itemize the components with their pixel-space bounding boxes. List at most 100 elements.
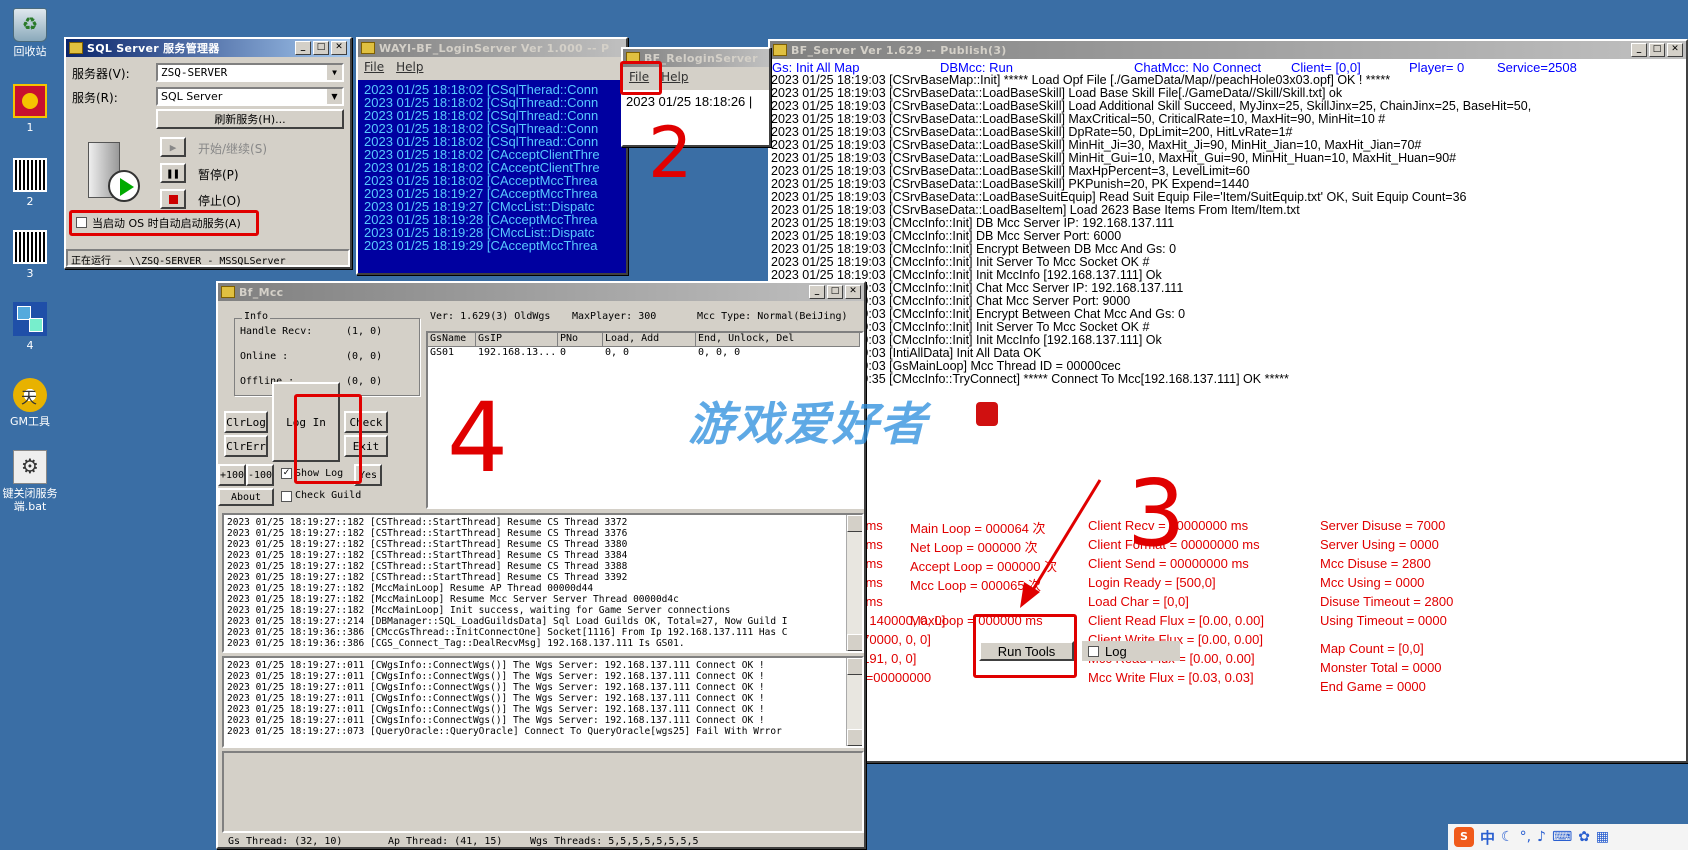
- maximize-button[interactable]: □: [827, 285, 843, 299]
- log-line: 2023 01/25 18:19:27::073 [QueryOracle::Q…: [227, 726, 782, 737]
- gm-tool-icon: [13, 378, 47, 412]
- annotation-arrow: [1020, 479, 1102, 608]
- toolbox-icon[interactable]: ▦: [1596, 829, 1609, 845]
- login-server-window: WAYI-BF_LoginServer Ver 1.000 -- P File H…: [356, 37, 628, 275]
- desktop-icon-gm-tool[interactable]: GM工具: [0, 378, 60, 428]
- yes-button[interactable]: Yes: [354, 464, 382, 486]
- title-bar[interactable]: WAYI-BF_LoginServer Ver 1.000 -- P: [358, 39, 626, 57]
- stop-label: 停止(O): [198, 194, 241, 208]
- chinese-mode-label[interactable]: 中: [1480, 827, 1495, 848]
- desktop-icon-4[interactable]: 4: [0, 302, 60, 352]
- close-button[interactable]: ✕: [1667, 43, 1683, 57]
- title-bar[interactable]: Bf_Mcc _ □ ✕: [218, 283, 864, 301]
- scrollbar[interactable]: [846, 515, 862, 651]
- clrerr-button[interactable]: ClrErr: [224, 435, 268, 457]
- chevron-down-icon[interactable]: ▼: [327, 89, 342, 104]
- start-continue-button[interactable]: ▶: [160, 137, 186, 157]
- login-button[interactable]: Log In: [272, 382, 340, 462]
- stop-button[interactable]: [160, 189, 186, 209]
- moon-icon[interactable]: ☾: [1501, 829, 1514, 845]
- table-header-cell[interactable]: Load, Add: [603, 333, 696, 347]
- log-line: 2023 01/25 18:19:27::182 [CSThread::Star…: [227, 550, 628, 561]
- table-cell: 192.168.13...: [478, 347, 557, 358]
- service-dropdown[interactable]: SQL Server ▼: [156, 87, 344, 106]
- scrollbar[interactable]: [846, 658, 862, 746]
- menu-bar: File Help: [358, 57, 626, 76]
- relogin-server-window: BF_ReloginServer File Help 2023 01/25 18:…: [621, 47, 771, 147]
- stat-server: Disuse Timeout = 2800: [1320, 594, 1454, 609]
- app-icon: [773, 44, 787, 56]
- server-header-field: Gs: Init All Map: [772, 60, 860, 75]
- recycle-bin-icon: [13, 8, 47, 42]
- chevron-down-icon[interactable]: ▼: [327, 65, 342, 80]
- close-button[interactable]: ✕: [331, 41, 347, 55]
- stat-server: Mcc Disuse = 2800: [1320, 556, 1431, 571]
- desktop-icon-1[interactable]: 1: [0, 84, 60, 134]
- exit-button[interactable]: Exit: [344, 435, 388, 457]
- show-log-checkbox[interactable]: ✓: [281, 468, 292, 479]
- desktop-icon-3[interactable]: 3: [0, 230, 60, 280]
- stat-server: Server Disuse = 7000: [1320, 518, 1446, 533]
- minimize-button[interactable]: _: [1631, 43, 1647, 57]
- table-header-cell[interactable]: GsIP: [476, 333, 558, 347]
- table-cell: 0: [560, 347, 567, 358]
- maxplayer-label: MaxPlayer: 300: [572, 311, 657, 322]
- check-guild-checkbox[interactable]: [281, 491, 292, 502]
- microphone-icon[interactable]: ♪: [1537, 829, 1546, 845]
- minus-100-button[interactable]: -100: [246, 464, 274, 486]
- maximize-button[interactable]: □: [313, 41, 329, 55]
- about-button[interactable]: About: [218, 488, 274, 506]
- stat-server: Monster Total = 0000: [1320, 660, 1442, 675]
- menu-file[interactable]: File: [358, 60, 390, 74]
- keyboard-icon[interactable]: ⌨: [1552, 829, 1572, 845]
- server-dropdown[interactable]: ZSQ-SERVER ▼: [156, 63, 344, 82]
- log-toggle[interactable]: Log: [1082, 641, 1180, 661]
- title-bar[interactable]: BF_ReloginServer: [623, 49, 769, 67]
- mcc-main-log[interactable]: 2023 01/25 18:19:27::182 [CSThread::Star…: [222, 513, 864, 653]
- table-header-cell[interactable]: End, Unlock, Del: [696, 333, 860, 347]
- plus-100-button[interactable]: +100: [218, 464, 246, 486]
- close-button[interactable]: ✕: [845, 285, 861, 299]
- input-method-tray[interactable]: S 中 ☾ °, ♪ ⌨ ✿ ▦: [1448, 824, 1688, 850]
- maximize-button[interactable]: □: [1649, 43, 1665, 57]
- log-checkbox[interactable]: [1088, 645, 1099, 657]
- server-header-field: ChatMcc: No Connect: [1134, 60, 1262, 75]
- minimize-button[interactable]: _: [809, 285, 825, 299]
- mcc-error-log[interactable]: [222, 751, 864, 833]
- desktop-icon-2[interactable]: 2: [0, 158, 60, 208]
- desktop-icon-shutdown-bat[interactable]: 键关闭服务端.bat: [0, 450, 62, 513]
- table-row[interactable]: GS01 192.168.13... 0 0, 0 0, 0, 0: [428, 347, 862, 360]
- menu-help[interactable]: Help: [655, 70, 694, 84]
- title-bar[interactable]: SQL Server 服务管理器 _ □ ✕: [66, 39, 350, 57]
- refresh-service-button[interactable]: 刷新服务(H)...: [156, 109, 344, 129]
- bf-mcc-window: Bf_Mcc _ □ ✕ Info Handle Recv: (1, 0) Online …: [216, 281, 866, 849]
- table-header-cell[interactable]: PNo: [558, 333, 603, 347]
- minimize-button[interactable]: _: [295, 41, 311, 55]
- start-label: 开始/继续(S): [198, 142, 268, 156]
- sql-server-icon: [69, 42, 83, 54]
- clrlog-button[interactable]: ClrLog: [224, 411, 268, 433]
- log-line: 2023 01/25 18:19:27::182 [CSThread::Star…: [227, 517, 628, 528]
- running-play-icon: [108, 170, 140, 202]
- status-bar: 正在运行 - \\ZSQ-SERVER - MSSQLServer: [66, 249, 350, 267]
- table-header-cell[interactable]: GsName: [428, 333, 476, 347]
- log-line: 2023 01/25 18:19:29 [CAcceptMccThrea: [364, 238, 598, 253]
- menu-help[interactable]: Help: [390, 60, 429, 74]
- log-line: 2023 01/25 18:19:27::182 [CSThread::Star…: [227, 528, 628, 539]
- desktop-icon-recycle-bin[interactable]: 回收站: [0, 8, 60, 58]
- menu-file[interactable]: File: [623, 70, 655, 84]
- app-icon: [221, 286, 235, 298]
- stat-server: Map Count = [0,0]: [1320, 641, 1424, 656]
- skin-icon[interactable]: ✿: [1578, 829, 1590, 845]
- punctuation-icon[interactable]: °,: [1520, 829, 1531, 845]
- pause-button[interactable]: ❚❚: [160, 163, 186, 183]
- show-log-label: Show Log: [295, 468, 344, 479]
- gs-table-header: GsName GsIP PNo Load, Add End, Unlock, Del: [428, 333, 862, 347]
- watermark: 游戏爱好者: [688, 397, 928, 451]
- check-button[interactable]: Check: [344, 411, 388, 433]
- title-bar[interactable]: BF_Server Ver 1.629 -- Publish(3) _ □ ✕: [770, 41, 1686, 59]
- mcc-wgs-log[interactable]: 2023 01/25 18:19:27::011 [CWgsInfo::Conn…: [222, 656, 864, 748]
- run-tools-button[interactable]: Run Tools: [979, 641, 1074, 661]
- autostart-checkbox[interactable]: [76, 217, 87, 228]
- sogou-icon[interactable]: S: [1454, 827, 1474, 847]
